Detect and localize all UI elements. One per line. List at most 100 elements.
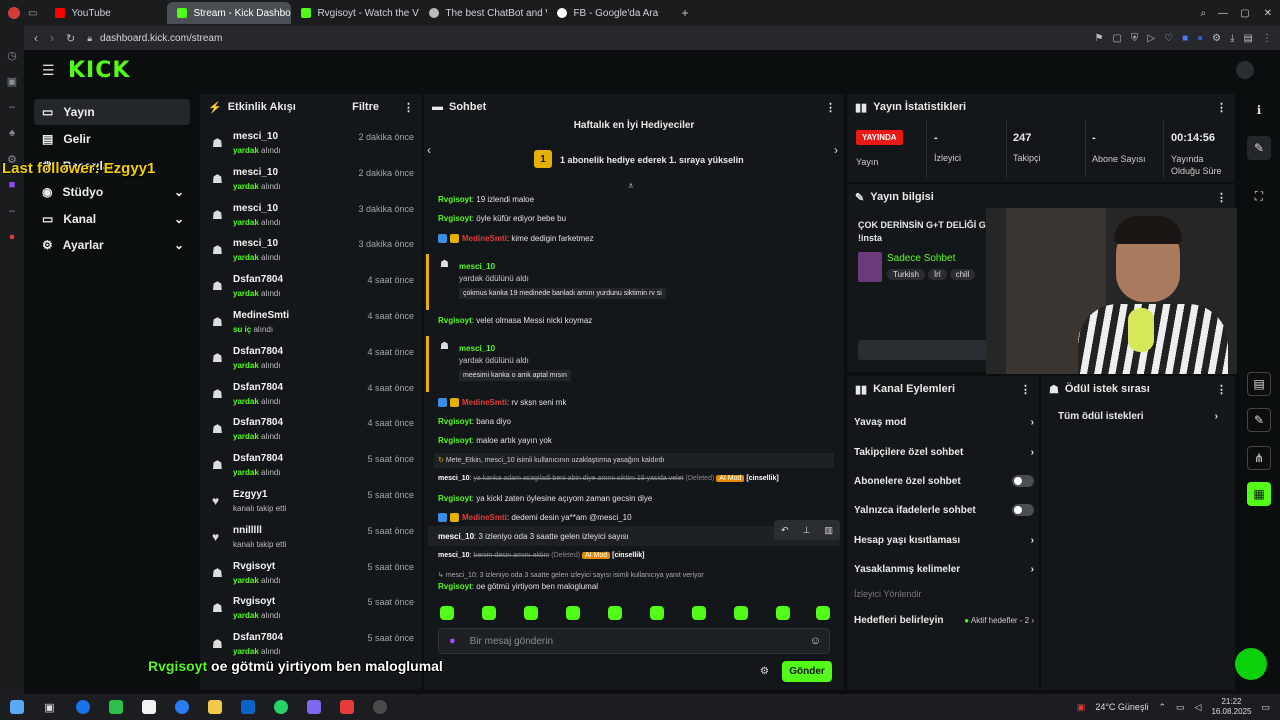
collapse-icon[interactable]: ⩡ [628,181,634,192]
chevron-left-icon[interactable]: ‹ [427,143,431,157]
share-icon[interactable]: ⋔ [1247,446,1271,470]
shield-icon[interactable]: ⛨ [1131,33,1139,44]
kebab-menu-icon[interactable]: ⋮ [825,101,836,114]
all-rewards-row[interactable]: Tüm ödül istekleri › [1058,406,1218,426]
chat-message[interactable]: Rvgisoyt: öyle küfür ediyor bebe bu [438,214,566,223]
sidebar-item-kanal[interactable]: ▭ Kanal ⌄ [34,206,190,232]
activity-event-row[interactable]: ☗ Dsfan7804 yardak alındı 4 saat önce [208,414,414,450]
activity-event-row[interactable]: ☗ Dsfan7804 yardak alındı 5 saat önce [208,450,414,486]
chat-message[interactable]: Rvgisoyt: maloe artık yayın yok [438,436,552,445]
taskbar-app-icon[interactable] [165,694,198,720]
emote-icon[interactable] [816,606,830,620]
send-button[interactable]: Gönder [782,661,832,682]
activity-event-row[interactable]: ♥ nnilllll kanalı takip etti 5 saat önce [208,522,414,558]
taskbar-app-icon[interactable] [330,694,363,720]
vpn-icon[interactable]: ● [1197,33,1203,44]
chat-message[interactable]: MedineSmti: rv sksn seni mk [438,398,566,408]
extensions-icon[interactable]: ⚙ [1212,33,1221,44]
kebab-menu-icon[interactable]: ⋮ [1216,191,1227,204]
tab-vod[interactable]: Rvgisoyt - Watch the VOD [291,2,419,24]
emote-only-toggle[interactable] [1012,504,1034,516]
tab-youtube[interactable]: YouTube [45,2,167,24]
activity-event-row[interactable]: ☗ Rvgisoyt yardak alındı 5 saat önce [208,558,414,594]
windows-start-icon[interactable] [0,694,33,720]
screenshot-icon[interactable]: ▢ [1112,33,1121,44]
chat-message-hovered[interactable]: mesci_10: 3 izleniyo oda 3 saatte gelen … [438,532,629,541]
taskbar-app-icon[interactable] [297,694,330,720]
wallet-icon[interactable]: ▤ [1244,33,1253,44]
tab-kick-dashboard[interactable]: Stream - Kick Dashboard [167,2,292,24]
activity-event-row[interactable]: ☗ mesci_10 yardak alındı 3 dakika önce [208,235,414,271]
taskbar-app-icon[interactable] [363,694,396,720]
event-username[interactable]: Dsfan7804 [233,274,283,285]
kick-logo[interactable]: KICK [68,58,130,83]
emote-icon[interactable] [776,606,790,620]
task-view-icon[interactable]: ▣ [33,694,66,720]
category-name[interactable]: Sadece Sohbet [887,253,955,264]
kebab-menu-icon[interactable]: ⋮ [403,101,414,114]
followers-only-row[interactable]: Takipçilere özel sohbet › [854,442,1034,462]
heart-icon[interactable]: ♡ [1164,33,1173,44]
taskbar-app-icon[interactable] [99,694,132,720]
sidebar-item-ayarlar[interactable]: ⚙ Ayarlar ⌄ [34,232,190,258]
account-age-row[interactable]: Hesap yaşı kısıtlaması › [854,530,1034,550]
camera-icon[interactable]: ▣ [0,68,24,94]
minimize-icon[interactable]: — [1212,8,1234,19]
activity-event-row[interactable]: ☗ Dsfan7804 yardak alındı 4 saat önce [208,343,414,379]
chat-message[interactable]: Rvgisoyt: ya kickl zaten öylesine açıyom… [438,494,652,503]
notifications-icon[interactable]: ▭ [1261,702,1270,713]
event-username[interactable]: Dsfan7804 [233,453,283,464]
kebab-menu-icon[interactable]: ⋮ [1020,383,1031,396]
subscribers-only-toggle[interactable] [1012,475,1034,487]
event-username[interactable]: Dsfan7804 [233,632,283,643]
url-field[interactable]: dashboard.kick.com/stream [100,33,222,44]
chat-message-deleted[interactable]: mesci_10: ya kanka adam asagiladi beni a… [438,475,779,482]
event-username[interactable]: Dsfan7804 [233,382,283,393]
chat-message[interactable]: Rvgisoyt: oe götmü yirtiyom ben maloglum… [438,582,598,591]
kebab-menu-icon[interactable]: ⋮ [1216,101,1227,114]
taskbar-app-icon[interactable] [198,694,231,720]
close-icon[interactable]: ✕ [1256,8,1280,19]
kick-rail-icon[interactable]: ♠ [0,120,24,146]
chat-input[interactable]: ● Bir mesaj gönderin ☺ [438,628,830,654]
mic-icon[interactable]: ● [449,635,456,647]
activity-event-row[interactable]: ☗ Rvgisoyt yardak alındı 5 saat önce [208,593,414,629]
event-username[interactable]: Dsfan7804 [233,417,283,428]
clapper-icon[interactable]: ▦ [1247,482,1271,506]
taskbar-app-icon[interactable] [264,694,297,720]
floating-action-button[interactable] [1235,648,1267,680]
tab-google[interactable]: FB - Google'da Ara [547,2,675,24]
filter-button[interactable]: Filtre [352,101,379,113]
banned-words-row[interactable]: Yasaklanmış kelimeler › [854,559,1034,579]
emote-icon[interactable] [440,606,454,620]
activity-event-row[interactable]: ☗ mesci_10 yardak alındı 2 dakika önce [208,128,414,164]
layout-icon[interactable]: ▤ [1247,372,1271,396]
subscribers-only-row[interactable]: Abonelere özel sohbet [854,471,1034,491]
record-icon[interactable]: ● [0,224,24,250]
taskbar-app-icon[interactable] [66,694,99,720]
chat-message[interactable]: Rvgisoyt: 19 izlendi maloe [438,195,534,204]
tray-arrow-icon[interactable]: ⌃ [1158,702,1166,713]
menu-icon[interactable]: ⋮ [1262,33,1272,44]
sidebar-item-gelir[interactable]: ▤ Gelir [34,126,190,152]
chat-message[interactable]: MedineSmti: kime dedigin farketmez [438,234,594,244]
sidebar-item-studyo[interactable]: ◉ Stüdyo ⌄ [34,179,190,205]
activity-event-row[interactable]: ♥ Ezgyy1 kanalı takip etti 5 saat önce [208,486,414,522]
activity-event-row[interactable]: ☗ MedineSmti su iç alındı 4 saat önce [208,307,414,343]
edit-stream-info-button[interactable] [858,340,988,360]
translate-icon[interactable]: ■ [1182,33,1188,44]
emote-icon[interactable] [734,606,748,620]
emoji-icon[interactable]: ☺ [810,635,821,647]
play-icon[interactable]: ▷ [1147,33,1155,44]
volume-icon[interactable]: ◁ [1195,702,1202,713]
network-icon[interactable]: ▭ [1176,702,1185,713]
tool-icon[interactable]: ✎ [1247,408,1271,432]
chat-message-deleted[interactable]: mesci_10: benim desin amını aktim (Delet… [438,552,644,559]
tab-chatbot[interactable]: The best ChatBot and Wi [419,2,547,24]
kebab-menu-icon[interactable]: ⋮ [1216,383,1227,396]
activity-event-row[interactable]: ☗ Dsfan7804 yardak alındı 4 saat önce [208,271,414,307]
hamburger-icon[interactable]: ☰ [42,62,55,79]
event-username[interactable]: mesci_10 [233,131,278,142]
fullscreen-icon[interactable]: ⛶ [1247,184,1271,208]
avatar[interactable] [1236,61,1254,79]
